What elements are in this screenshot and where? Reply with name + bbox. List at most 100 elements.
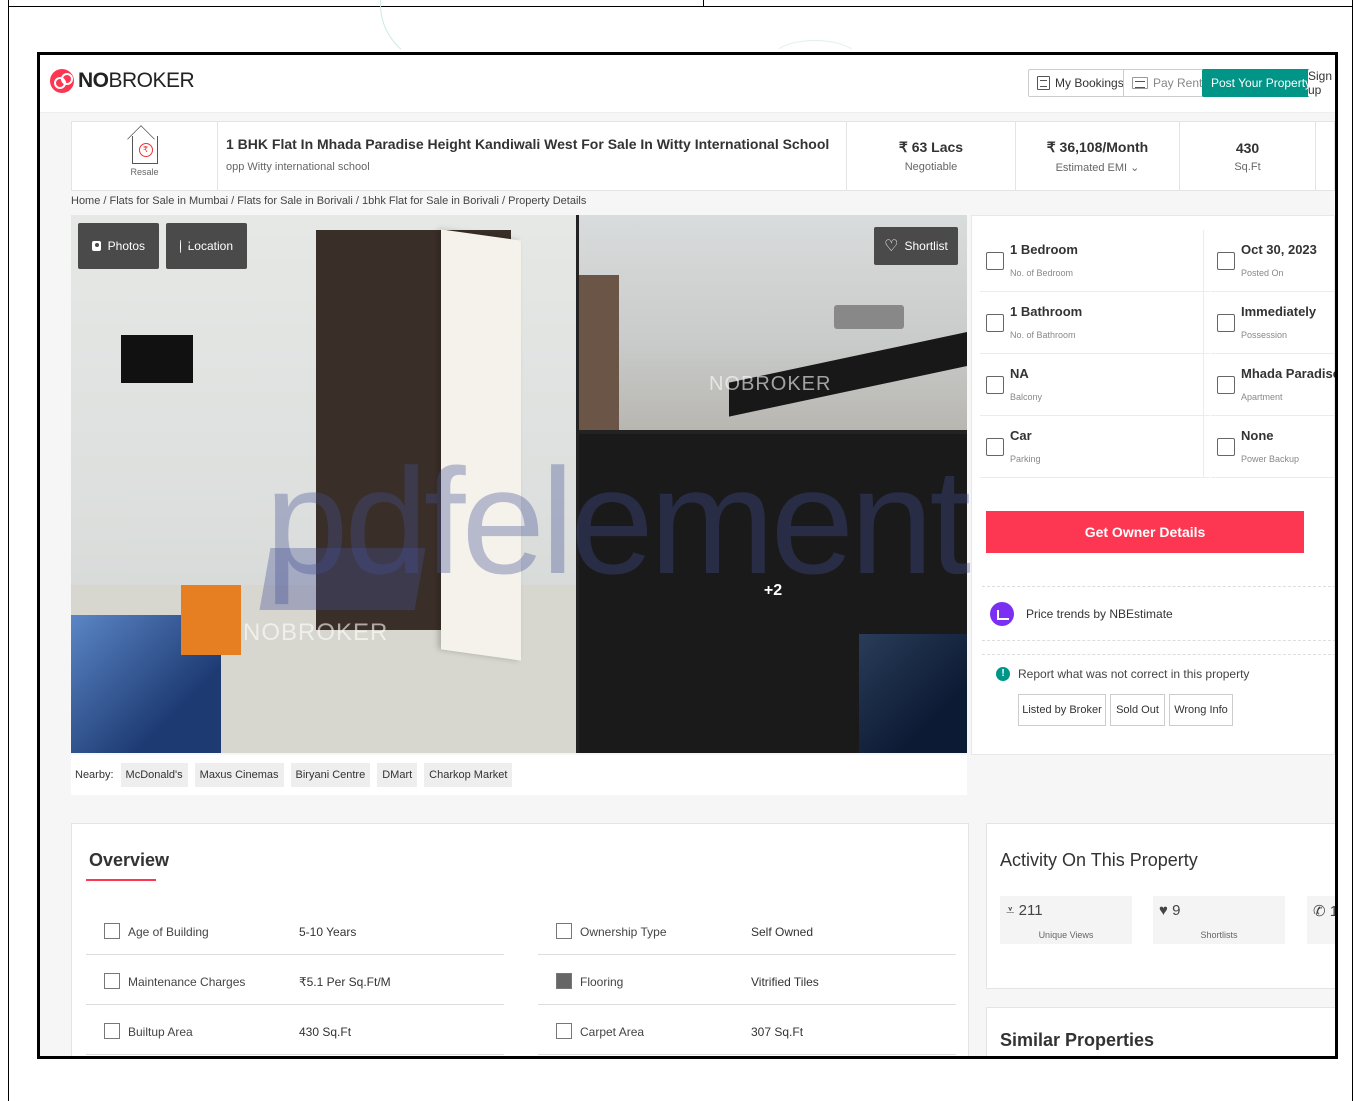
bag [181, 585, 241, 655]
nearby-chip[interactable]: Charkop Market [424, 763, 513, 787]
detail-label: Power Backup [1241, 454, 1300, 464]
detail-balcony: NA Balcony [980, 354, 1210, 416]
building-icon [1217, 376, 1235, 394]
photo-gallery[interactable]: NOBROKER NOBROKER +2 Photos Location ♡ S… [71, 215, 967, 753]
detail-apartment: Mhada Paradise He... Apartment [1211, 354, 1335, 416]
alert-icon: ! [996, 667, 1010, 681]
flooring-icon [556, 973, 572, 989]
overview-key: Carpet Area [580, 1025, 645, 1039]
detail-value: NA [1010, 366, 1029, 381]
detail-label: No. of Bathroom [1010, 330, 1076, 340]
overview-value: 430 Sq.Ft [299, 1025, 352, 1039]
price-trends-link[interactable]: Price trends by NBEstimate [982, 586, 1335, 641]
price-note: Negotiable [904, 161, 958, 173]
report-wrong-info[interactable]: Wrong Info [1169, 694, 1233, 726]
report-listed-by-broker[interactable]: Listed by Broker [1018, 694, 1106, 726]
main-photo[interactable]: NOBROKER [71, 215, 576, 753]
nearby-chip[interactable]: McDonald's [120, 763, 188, 787]
calendar-icon [1217, 252, 1235, 270]
detail-posted: Oct 30, 2023 Posted On [1211, 230, 1335, 292]
nearby-chip[interactable]: Maxus Cinemas [194, 763, 284, 787]
activity-title: Activity On This Property [1000, 850, 1198, 870]
camera-icon [92, 241, 101, 251]
overview-value: 307 Sq.Ft [751, 1025, 804, 1039]
bathroom-icon [986, 314, 1004, 332]
maintenance-icon [104, 973, 120, 989]
photos-label: Photos [107, 239, 145, 253]
overview-section: Overview Age of Building 5-10 Years Owne… [71, 823, 969, 1056]
detail-label: Possession [1241, 330, 1288, 340]
shortlists-label: Shortlists [1200, 930, 1238, 940]
post-property-button[interactable]: Post Your Property [1202, 69, 1321, 97]
tv [121, 335, 193, 383]
contacted-value: ✆ 1 [1313, 903, 1335, 920]
area-unit: Sq.Ft [1234, 160, 1261, 173]
detail-value: Immediately [1241, 304, 1317, 319]
compass-icon [180, 239, 181, 253]
detail-label: Posted On [1241, 268, 1284, 278]
my-bookings-label: My Bookings [1055, 76, 1124, 90]
overview-row: Carpet Area 307 Sq.Ft [538, 1005, 956, 1055]
overview-key: Age of Building [128, 925, 209, 939]
bookings-icon [1037, 76, 1050, 90]
detail-label: Balcony [1010, 392, 1043, 402]
location-label: Location [187, 239, 233, 253]
overview-value: 5-10 Years [299, 925, 357, 939]
photos-button[interactable]: Photos [78, 223, 159, 269]
nearby-chip[interactable]: Biryani Centre [290, 763, 371, 787]
detail-value: Car [1010, 428, 1032, 443]
detail-value: 1 Bedroom [1010, 242, 1078, 257]
overview-row: Maintenance Charges ₹5.1 Per Sq.Ft/M [86, 955, 504, 1005]
activity-section: Activity On This Property ⩡ 211 Unique V… [986, 823, 1335, 989]
detail-possession: Immediately Possession [1211, 292, 1335, 354]
key-icon [1217, 314, 1235, 332]
area-cell: 430 Sq.Ft [1180, 122, 1316, 190]
counter [729, 327, 967, 417]
pay-rent-button[interactable]: Pay Rent [1123, 69, 1212, 97]
overview-row: Ownership Type Self Owned [538, 905, 956, 955]
nearby-label: Nearby: [75, 769, 114, 781]
property-details-panel: 1 Bedroom No. of Bedroom Oct 30, 2023 Po… [971, 215, 1335, 755]
pdfelement-watermark-mark [259, 548, 426, 610]
shortlists-card: ♥ 9 Shortlists [1153, 896, 1285, 944]
detail-bathroom: 1 Bathroom No. of Bathroom [980, 292, 1210, 354]
overview-value: ₹5.1 Per Sq.Ft/M [299, 975, 391, 989]
property-page: NOBROKER My Bookings Pay Rent Post Your … [40, 55, 1335, 1056]
car-icon [986, 438, 1004, 456]
get-owner-details-button[interactable]: Get Owner Details [986, 511, 1304, 553]
my-bookings-button[interactable]: My Bookings [1028, 69, 1133, 97]
similar-properties-section: Similar Properties [986, 1007, 1335, 1056]
signup-link[interactable]: Sign up [1308, 69, 1335, 97]
more-photos-tile[interactable]: +2 [579, 434, 967, 753]
emi-note[interactable]: Estimated EMI ⌄ [1056, 161, 1140, 174]
nearby-chip[interactable]: DMart [377, 763, 418, 787]
resale-house-icon [131, 135, 158, 164]
report-sold-out[interactable]: Sold Out [1110, 694, 1165, 726]
breadcrumb[interactable]: Home / Flats for Sale in Mumbai / Flats … [71, 195, 586, 207]
nobroker-logo[interactable]: NOBROKER [50, 69, 195, 93]
emi-value: ₹ 36,108/Month [1046, 138, 1149, 155]
door [441, 229, 521, 661]
detail-value: Oct 30, 2023 [1241, 242, 1317, 257]
shortlist-button[interactable]: ♡ Shortlist [874, 227, 958, 265]
building-age-icon [104, 923, 120, 939]
location-button[interactable]: Location [166, 223, 247, 269]
overview-row: Age of Building 5-10 Years [86, 905, 504, 955]
logo-text: NOBROKER [78, 69, 195, 92]
detail-value: None [1241, 428, 1274, 443]
detail-bedroom: 1 Bedroom No. of Bedroom [980, 230, 1210, 292]
emi-cell[interactable]: ₹ 36,108/Month Estimated EMI ⌄ [1016, 122, 1180, 190]
bed-icon [986, 252, 1004, 270]
detail-label: Parking [1010, 454, 1041, 464]
balcony-icon [986, 376, 1004, 394]
heart-icon: ♡ [884, 238, 899, 255]
carpet-area-icon [556, 1023, 572, 1039]
property-summary: Resale 1 BHK Flat In Mhada Paradise Heig… [71, 121, 1335, 191]
builtup-area-icon [104, 1023, 120, 1039]
title-block: 1 BHK Flat In Mhada Paradise Height Kand… [226, 136, 829, 173]
overview-value: Self Owned [751, 925, 814, 939]
detail-label: No. of Bedroom [1010, 268, 1074, 278]
chart-icon [990, 601, 1014, 626]
overview-row: Builtup Area 430 Sq.Ft [86, 1005, 504, 1055]
photo-watermark: NOBROKER [709, 373, 832, 395]
